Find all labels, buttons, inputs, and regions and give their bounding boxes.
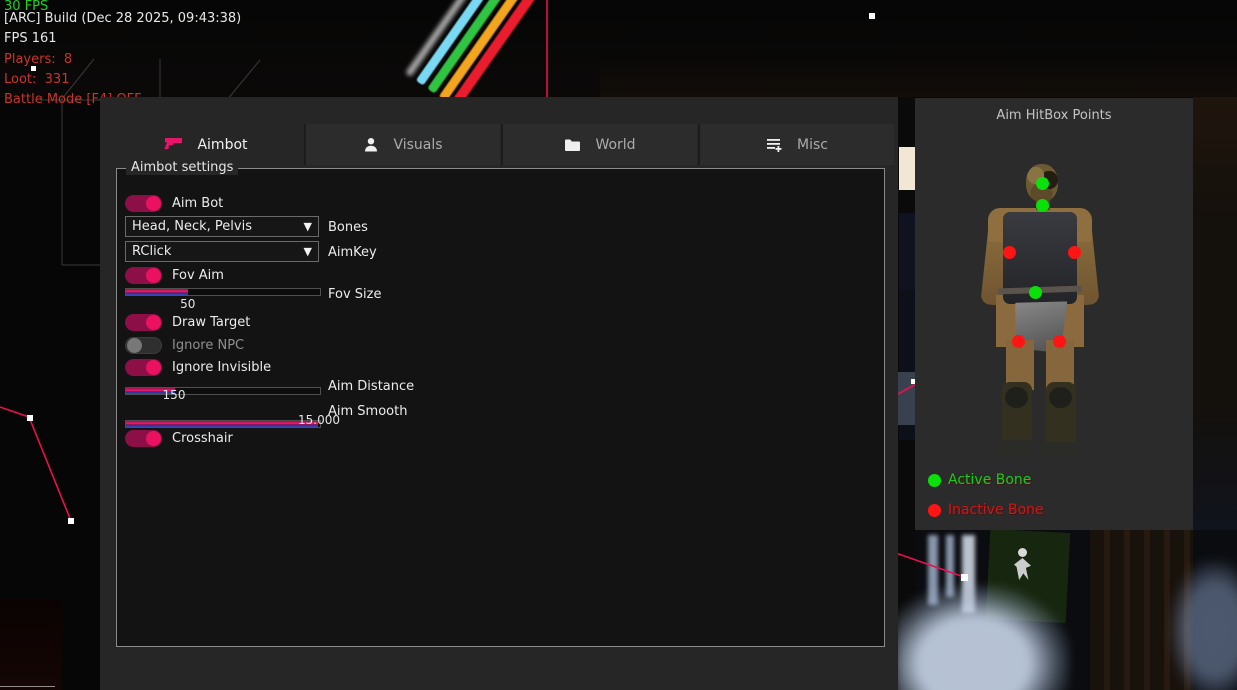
hud-build: [ARC] Build (Dec 28 2025, 09:43:38) — [4, 9, 241, 29]
background-red-corner — [0, 600, 62, 690]
bones-dropdown[interactable]: Head, Neck, Pelvis ▼ — [125, 216, 319, 237]
background-line — [0, 686, 55, 687]
character-right-kneepad — [1049, 387, 1072, 408]
tab-visuals[interactable]: Visuals — [304, 124, 500, 165]
pistol-icon — [164, 137, 183, 152]
playlist-add-icon — [766, 137, 783, 153]
background-cream-block — [899, 147, 915, 190]
fov-aim-row: Fov Aim — [125, 267, 224, 284]
toggle-knob — [146, 431, 161, 446]
ignore-invisible-row: Ignore Invisible — [125, 359, 271, 376]
toggle-knob — [146, 360, 161, 375]
background-right-strip — [1193, 97, 1237, 530]
cheat-menu-window: Aimbot Visuals World Misc Aimbot setting… — [100, 97, 898, 690]
ignore-npc-row: Ignore NPC — [125, 337, 244, 354]
aim-distance-slider[interactable] — [125, 387, 321, 395]
aimkey-value: RClick — [132, 244, 304, 259]
aim-distance-label: Aim Distance — [328, 379, 414, 394]
esp-node — [961, 574, 968, 581]
esp-node — [68, 518, 74, 524]
fov-aim-label: Fov Aim — [172, 268, 224, 283]
character-left-boot — [996, 440, 1032, 456]
crosshair-toggle[interactable] — [125, 430, 162, 447]
tab-label: Misc — [797, 137, 828, 153]
aimbot-settings-group: Aimbot settings Aim Bot Head, Neck, Pelv… — [116, 168, 885, 647]
legend-label: Active Bone — [948, 472, 1031, 488]
toggle-knob — [146, 315, 161, 330]
legend-inactive-bone: Inactive Bone — [928, 502, 1044, 518]
aim-bot-row: Aim Bot — [125, 195, 223, 212]
ignore-invisible-toggle[interactable] — [125, 359, 162, 376]
hitbox-point-right-hip — [1053, 335, 1066, 348]
tab-label: World — [595, 137, 635, 153]
crosshair-label: Crosshair — [172, 431, 233, 446]
tab-aimbot[interactable]: Aimbot — [108, 124, 304, 165]
chevron-down-icon: ▼ — [304, 245, 312, 258]
character-left-kneepad — [1005, 387, 1028, 408]
hitbox-point-neck — [1036, 199, 1049, 212]
draw-target-toggle[interactable] — [125, 314, 162, 331]
fov-size-value: 50 — [180, 297, 195, 311]
toggle-knob — [127, 338, 142, 353]
fov-aim-toggle[interactable] — [125, 267, 162, 284]
aim-smooth-label: Aim Smooth — [328, 404, 407, 419]
draw-target-label: Draw Target — [172, 315, 250, 330]
chevron-down-icon: ▼ — [304, 220, 312, 233]
sign-figure-head — [1018, 548, 1027, 557]
slider-fill — [126, 289, 188, 295]
hitbox-panel-title: Aim HitBox Points — [915, 108, 1193, 123]
draw-target-row: Draw Target — [125, 314, 250, 331]
tab-misc[interactable]: Misc — [698, 124, 894, 165]
bones-value: Head, Neck, Pelvis — [132, 219, 304, 234]
fov-size-slider[interactable] — [125, 288, 321, 296]
bones-label: Bones — [328, 220, 368, 235]
hitbox-point-right-shoulder — [1068, 246, 1081, 259]
folder-icon — [564, 138, 581, 152]
hitbox-point-left-shoulder — [1003, 246, 1016, 259]
aim-smooth-slider[interactable] — [125, 420, 321, 428]
legend-label: Inactive Bone — [948, 502, 1044, 518]
ignore-npc-label: Ignore NPC — [172, 338, 244, 353]
tab-world[interactable]: World — [501, 124, 697, 165]
hud-loot: Loot: 331 — [4, 70, 69, 90]
inactive-bone-dot — [928, 504, 941, 517]
background-blue-blob-2 — [1170, 560, 1237, 690]
hud-players: Players: 8 — [4, 50, 72, 70]
esp-node — [27, 415, 33, 421]
fov-size-label: Fov Size — [328, 287, 381, 302]
aimkey-dropdown[interactable]: RClick ▼ — [125, 241, 319, 262]
hud-marker-dot — [869, 13, 875, 19]
ignore-invisible-label: Ignore Invisible — [172, 360, 271, 375]
hitbox-point-head — [1036, 177, 1049, 190]
toggle-knob — [146, 268, 161, 283]
tab-label: Aimbot — [197, 137, 247, 153]
toggle-knob — [146, 196, 161, 211]
active-bone-dot — [928, 474, 941, 487]
person-icon — [363, 137, 379, 153]
legend-active-bone: Active Bone — [928, 472, 1031, 488]
hitbox-point-pelvis — [1029, 286, 1042, 299]
aimkey-label: AimKey — [328, 245, 377, 260]
aim-bot-toggle[interactable] — [125, 195, 162, 212]
background-navy-block — [899, 213, 915, 290]
background-blue-blob — [895, 585, 1070, 690]
debug-hud: 30 FPS [ARC] Build (Dec 28 2025, 09:43:3… — [4, 0, 21, 160]
ignore-npc-toggle[interactable] — [125, 337, 162, 354]
aim-distance-value: 150 — [163, 388, 186, 402]
game-screen: 30 FPS [ARC] Build (Dec 28 2025, 09:43:3… — [0, 0, 1237, 690]
hitbox-point-left-hip — [1012, 335, 1025, 348]
tab-label: Visuals — [393, 137, 442, 153]
aim-bot-label: Aim Bot — [172, 196, 223, 211]
hud-fps: FPS 161 — [4, 29, 57, 49]
group-title: Aimbot settings — [126, 160, 238, 175]
background-shade — [600, 55, 1237, 97]
hitbox-panel: Aim HitBox Points Active Bone Inactive B… — [915, 98, 1193, 530]
crosshair-row: Crosshair — [125, 430, 233, 447]
character-right-boot — [1040, 442, 1078, 456]
slider-fill — [126, 421, 318, 427]
